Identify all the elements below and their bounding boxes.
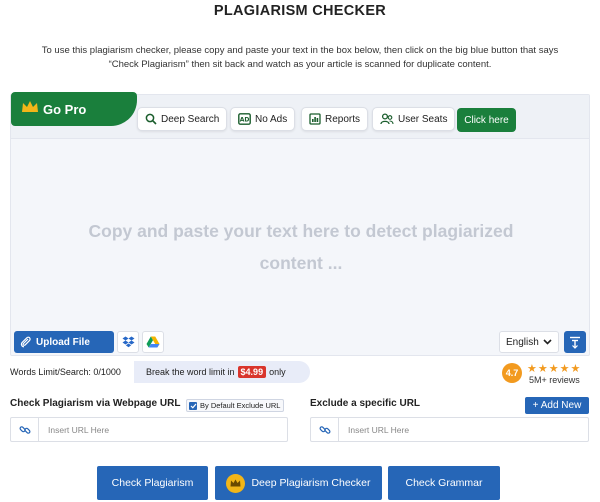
reports-icon [309, 113, 321, 125]
click-here-button[interactable]: Click here [457, 108, 516, 132]
no-ads-label: No Ads [255, 113, 288, 125]
text-editor[interactable]: Go Pro Deep Search AD No Ads Reports Use… [10, 92, 590, 356]
only-text: only [269, 367, 286, 377]
language-value: English [506, 336, 539, 348]
webpage-url-input[interactable] [39, 419, 279, 440]
chevron-down-icon [543, 339, 552, 345]
editor-toolbar: Go Pro Deep Search AD No Ads Reports Use… [11, 92, 589, 139]
no-ads-button[interactable]: AD No Ads [230, 107, 296, 131]
dropbox-button[interactable] [117, 331, 139, 353]
intro-line-2: “Check Plagiarism” then sit back and wat… [108, 59, 492, 70]
exclude-url-input[interactable] [339, 419, 579, 440]
webpage-url-label: Check Plagiarism via Webpage URL [10, 398, 181, 409]
checkbox-checked-icon [189, 401, 197, 410]
paperclip-icon [20, 336, 31, 348]
placeholder-line-2: content ... [259, 253, 343, 273]
words-limit-text: Words Limit/Search: 0/1000 [10, 367, 121, 377]
upload-file-button[interactable]: Upload File [14, 331, 114, 353]
reports-label: Reports [325, 113, 361, 125]
search-icon [145, 113, 157, 125]
break-limit-text: Break the word limit in [146, 367, 235, 377]
text-format-button[interactable] [564, 331, 586, 353]
rating-score-badge: 4.7 [502, 363, 522, 383]
page-title: PLAGIARISM CHECKER [213, 3, 387, 19]
rating-stars: ★★★★★ [527, 363, 582, 375]
exclude-default-label: By Default Exclude URL [200, 401, 281, 410]
text-format-icon [570, 336, 580, 349]
deep-search-button[interactable]: Deep Search [137, 107, 228, 131]
deep-plagiarism-checker-button[interactable]: Deep Plagiarism Checker [215, 466, 382, 500]
exclude-url-label: Exclude a specific URL [310, 398, 421, 409]
exclude-url-field [310, 417, 589, 442]
intro-text: To use this plagiarism checker, please c… [40, 44, 560, 72]
go-pro-button[interactable]: Go Pro [11, 92, 137, 126]
deep-checker-label: Deep Plagiarism Checker [251, 477, 371, 489]
check-plagiarism-button[interactable]: Check Plagiarism [97, 466, 208, 500]
add-new-url-button[interactable]: + Add New [525, 397, 589, 414]
intro-line-1: To use this plagiarism checker, please c… [41, 45, 559, 56]
users-icon [380, 113, 394, 125]
deep-search-label: Deep Search [161, 113, 220, 125]
upgrade-banner[interactable]: Break the word limit in $4.99 only [134, 361, 310, 383]
crown-icon [226, 473, 246, 493]
dropbox-icon [122, 336, 134, 348]
price-badge: $4.99 [237, 366, 267, 378]
user-seats-button[interactable]: User Seats [372, 107, 456, 131]
upload-file-label: Upload File [36, 336, 90, 348]
link-icon [11, 418, 39, 441]
editor-placeholder: Copy and paste your text here to detect … [51, 215, 551, 279]
exclude-default-checkbox[interactable]: By Default Exclude URL [186, 399, 284, 412]
google-drive-icon [146, 336, 160, 348]
reports-button[interactable]: Reports [301, 107, 369, 131]
crown-icon [22, 101, 38, 112]
no-ads-icon: AD [238, 113, 251, 125]
user-seats-label: User Seats [398, 113, 448, 125]
link-icon [311, 418, 339, 441]
go-pro-label: Go Pro [43, 101, 87, 117]
check-grammar-button[interactable]: Check Grammar [388, 466, 500, 500]
svg-text:AD: AD [240, 117, 250, 124]
webpage-url-field [10, 417, 288, 442]
google-drive-button[interactable] [142, 331, 164, 353]
reviews-count: 5M+ reviews [529, 375, 580, 385]
language-select[interactable]: English [499, 331, 559, 353]
placeholder-line-1: Copy and paste your text here to detect … [88, 221, 514, 241]
